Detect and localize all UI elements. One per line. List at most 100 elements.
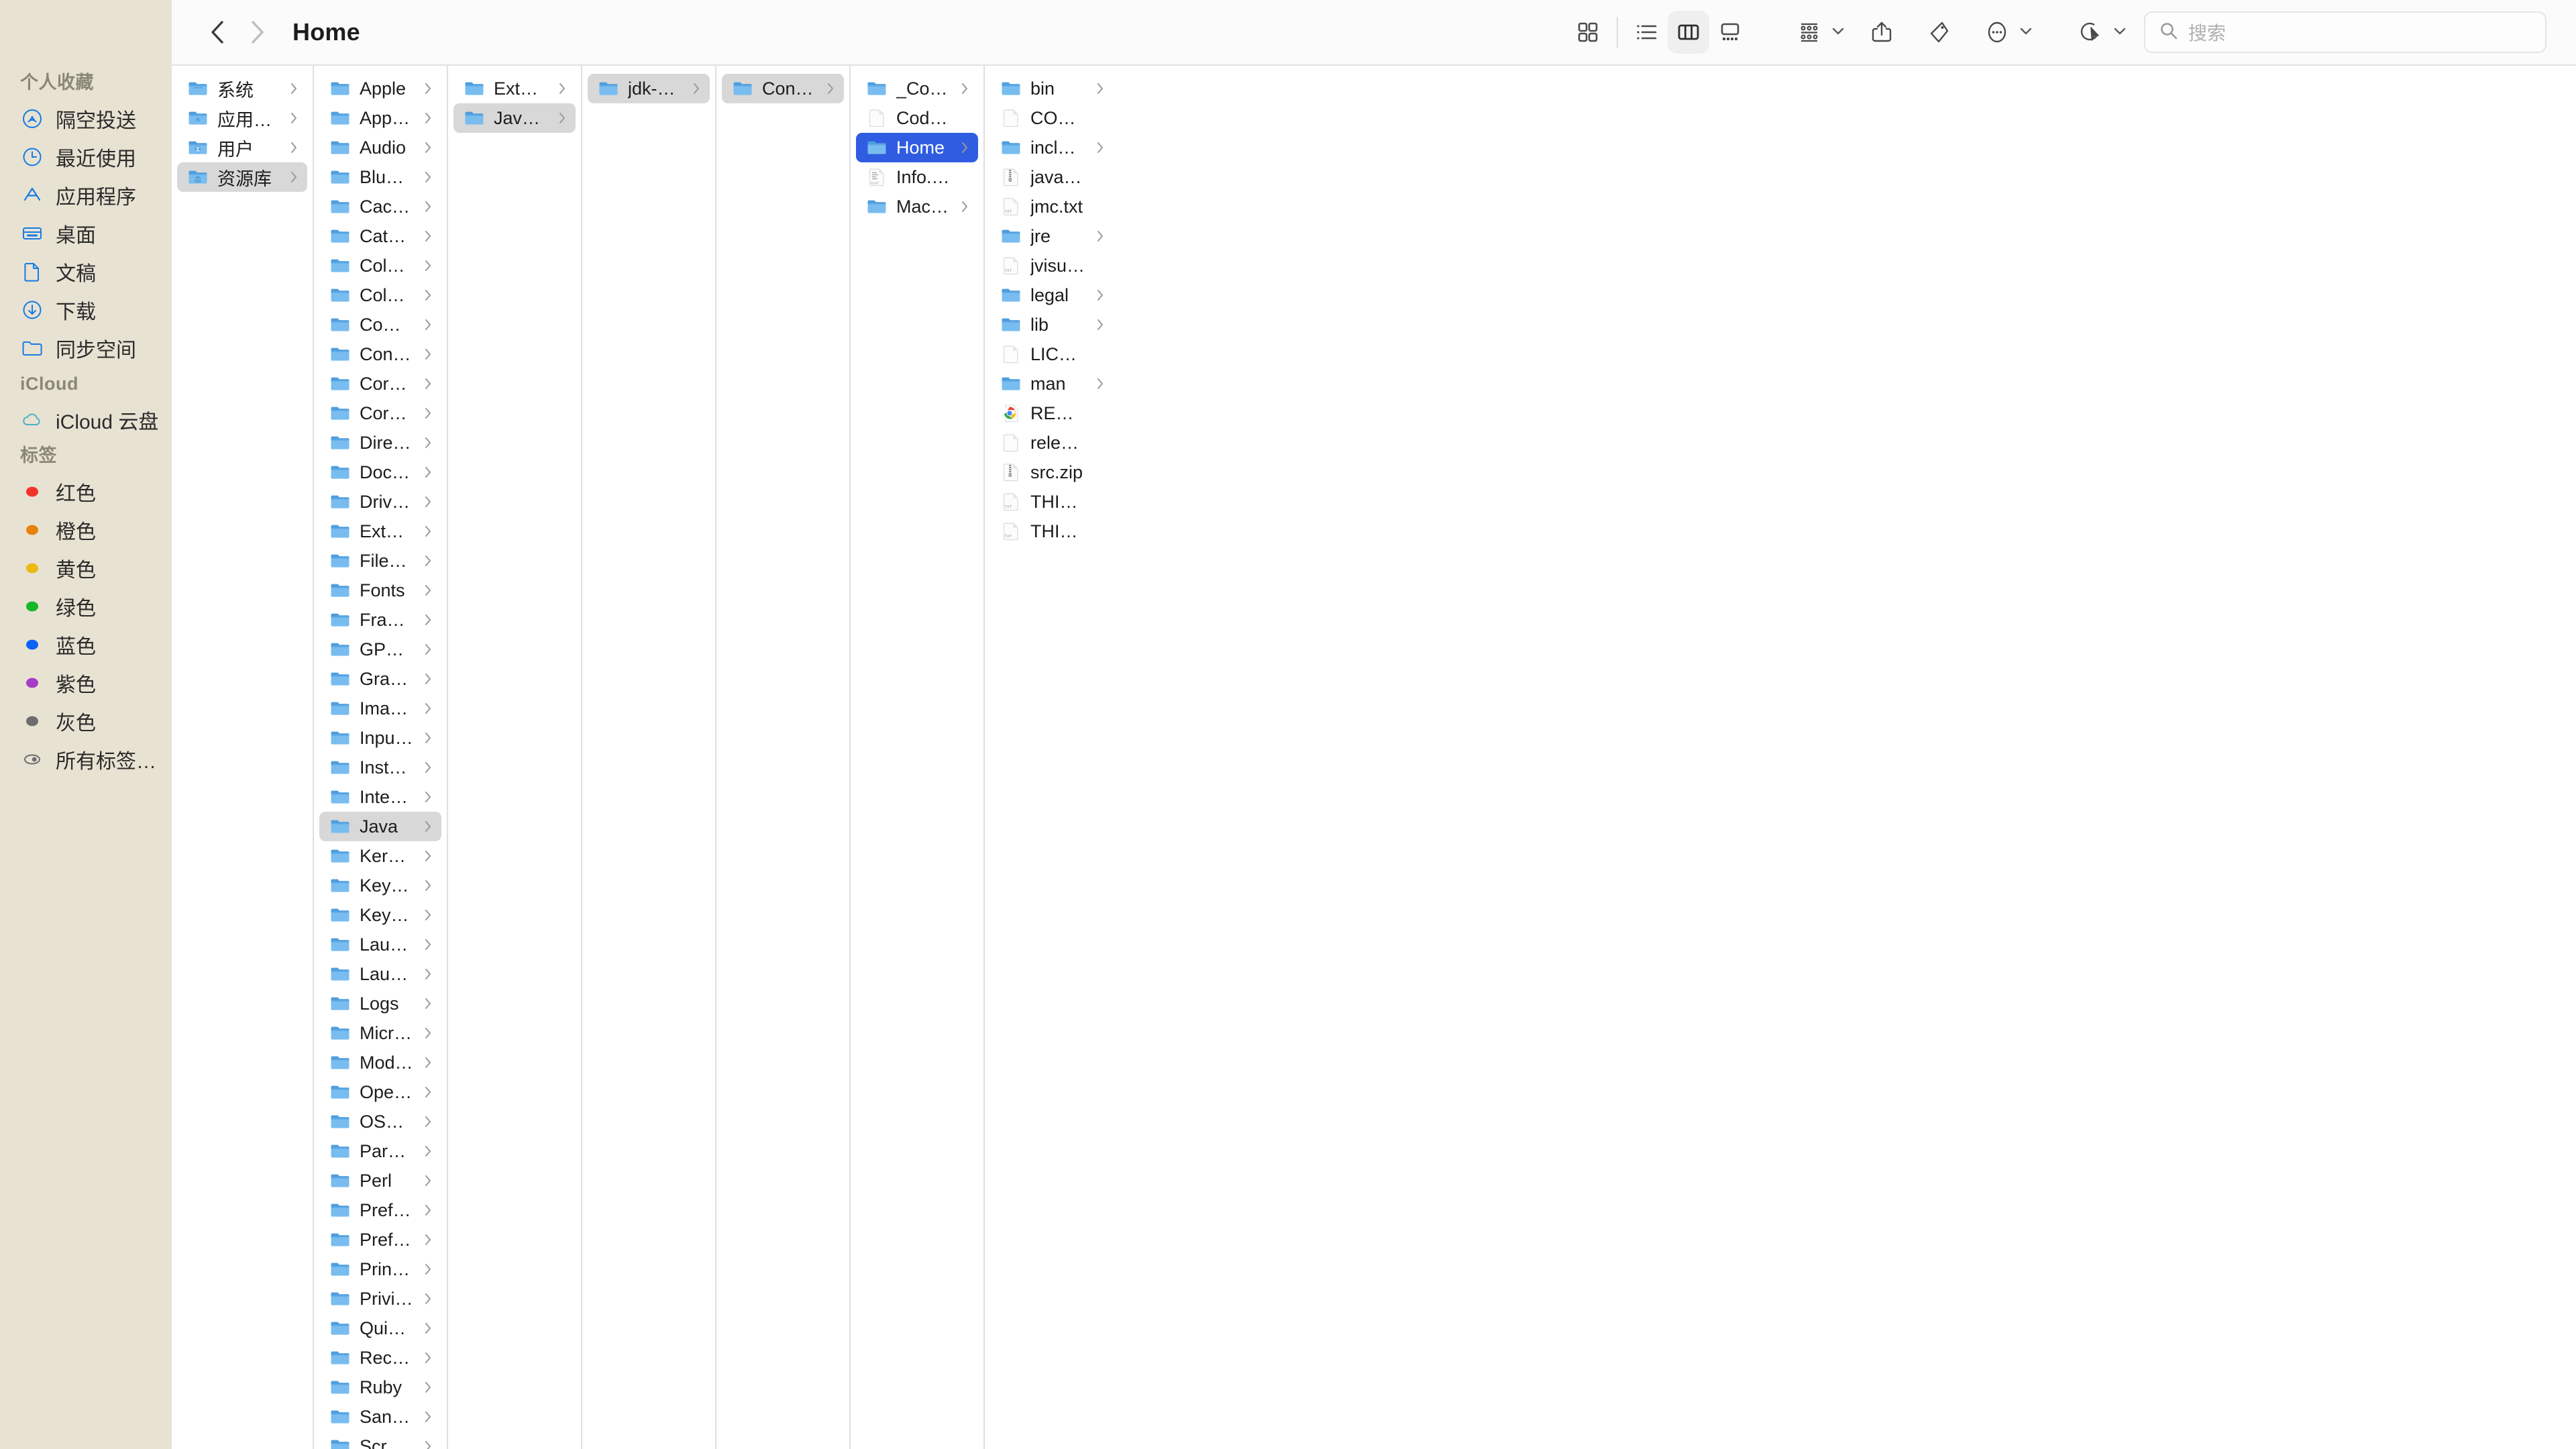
file-row[interactable]: release [990,428,1114,458]
chevron-right-icon[interactable] [423,524,433,539]
chevron-right-icon[interactable] [423,1232,433,1247]
folder-row[interactable]: Modem Scripts [319,1048,441,1077]
sidebar-item-2[interactable]: 橙色 [0,511,172,549]
more-ellipsis-icon[interactable] [1976,11,2018,54]
chevron-right-icon[interactable] [1095,288,1106,303]
folder-row[interactable]: Receipts [319,1343,441,1373]
folder-row[interactable]: Logs [319,989,441,1018]
folder-row[interactable]: Contextual Menu Items [319,339,441,369]
chevron-down-icon[interactable] [1831,26,1845,39]
folder-row[interactable]: bin [990,74,1114,103]
chevron-right-icon[interactable] [423,701,433,716]
folder-row[interactable]: CoreAnalytics [319,369,441,398]
sync-status-button[interactable] [2070,11,2127,54]
sidebar-item-8[interactable]: 所有标签… [0,740,172,778]
folder-row[interactable]: Audio [319,133,441,162]
chevron-down-icon[interactable] [2019,26,2033,39]
chevron-right-icon[interactable] [423,642,433,657]
chevron-right-icon[interactable] [423,1173,433,1188]
folder-row[interactable]: man [990,369,1114,398]
folder-row[interactable]: Extensions [319,517,441,546]
folder-row[interactable]: Bluetooth [319,162,441,192]
chevron-right-icon[interactable] [959,81,970,96]
sidebar-item-3[interactable]: 黄色 [0,549,172,587]
chevron-right-icon[interactable] [557,81,568,96]
folder-row[interactable]: Home [856,133,978,162]
back-button[interactable] [200,15,235,50]
folder-row[interactable]: jdk-1.8.jdk [588,74,710,103]
folder-row[interactable]: _CodeSignature [856,74,978,103]
folder-row[interactable]: Parallels [319,1136,441,1166]
sidebar-item-4[interactable]: 桌面 [0,214,172,252]
file-row[interactable]: src.zip [990,458,1114,487]
folder-row[interactable]: Input Methods [319,723,441,753]
chevron-right-icon[interactable] [423,1380,433,1395]
chevron-right-icon[interactable] [423,849,433,863]
chevron-right-icon[interactable] [423,435,433,450]
chevron-right-icon[interactable] [423,612,433,627]
sidebar-item-1[interactable]: 隔空投送 [0,99,172,138]
folder-row[interactable]: Keyboard Layouts [319,871,441,900]
chevron-right-icon[interactable] [1095,81,1106,96]
column-java[interactable]: Extensions JavaVirtualMachines [448,66,582,1449]
chevron-right-icon[interactable] [288,170,299,184]
chevron-right-icon[interactable] [423,1026,433,1040]
folder-row[interactable]: Application Support [319,103,441,133]
sidebar-item-5[interactable]: 文稿 [0,252,172,290]
file-row[interactable]: LICENSE [990,339,1114,369]
folder-row[interactable]: Preferences [319,1225,441,1254]
chevron-right-icon[interactable] [1095,229,1106,244]
chevron-right-icon[interactable] [423,347,433,362]
chevron-right-icon[interactable] [959,199,970,214]
chevron-right-icon[interactable] [423,996,433,1011]
more-actions-button[interactable] [1976,11,2033,54]
chevron-right-icon[interactable] [423,1144,433,1159]
chevron-right-icon[interactable] [423,1439,433,1449]
chevron-right-icon[interactable] [423,553,433,568]
folder-row[interactable]: 应用程序 [177,103,307,133]
folder-row[interactable]: LaunchAgents [319,930,441,959]
folder-row[interactable]: Extensions [453,74,576,103]
chevron-down-icon[interactable] [2113,26,2127,39]
column-jvm[interactable]: jdk-1.8.jdk [582,66,716,1449]
folder-row[interactable]: legal [990,280,1114,310]
folder-row[interactable]: Microsoft [319,1018,441,1048]
search-input[interactable]: 搜索 [2144,11,2546,53]
chevron-right-icon[interactable] [423,317,433,332]
chevron-right-icon[interactable] [1095,140,1106,155]
chevron-right-icon[interactable] [423,790,433,804]
list-view-icon[interactable] [1626,11,1668,54]
folder-row[interactable]: Sandbox [319,1402,441,1432]
column-root[interactable]: macOS 系统应用程序用户资源库 [172,66,314,1449]
folder-row[interactable]: DirectoryServices [319,428,441,458]
sidebar-item-3[interactable]: 应用程序 [0,176,172,214]
folder-row[interactable]: jre [990,221,1114,251]
chevron-right-icon[interactable] [423,908,433,922]
column-contents[interactable]: _CodeSignature CodeResources Home PLIST Info… [851,66,985,1449]
chevron-right-icon[interactable] [423,878,433,893]
folder-row[interactable]: Ruby [319,1373,441,1402]
chevron-right-icon[interactable] [423,229,433,244]
chevron-right-icon[interactable] [423,376,433,391]
sidebar-item-4[interactable]: 绿色 [0,587,172,625]
group-by-button[interactable] [1788,11,1845,54]
chevron-right-icon[interactable] [423,81,433,96]
folder-row[interactable]: ColorSync [319,280,441,310]
chevron-right-icon[interactable] [423,170,433,184]
folder-row[interactable]: OpenDirectory [319,1077,441,1107]
folder-row[interactable]: OSAnalytics [319,1107,441,1136]
chevron-right-icon[interactable] [423,258,433,273]
sync-cursor-icon[interactable] [2070,11,2112,54]
folder-row[interactable]: Printers [319,1254,441,1284]
tag-icon[interactable] [1919,11,1960,54]
chevron-right-icon[interactable] [423,288,433,303]
folder-row[interactable]: Graphics [319,664,441,694]
chevron-right-icon[interactable] [423,465,433,480]
chevron-right-icon[interactable] [1095,317,1106,332]
folder-row[interactable]: Documentation [319,458,441,487]
folder-row[interactable]: KernelCollections [319,841,441,871]
chevron-right-icon[interactable] [423,672,433,686]
folder-row[interactable]: Internet Plug-Ins [319,782,441,812]
file-row[interactable]: TXT jmc.txt [990,192,1114,221]
column-library[interactable]: Apple Application Support Audio Bluetooth Ca… [314,66,448,1449]
